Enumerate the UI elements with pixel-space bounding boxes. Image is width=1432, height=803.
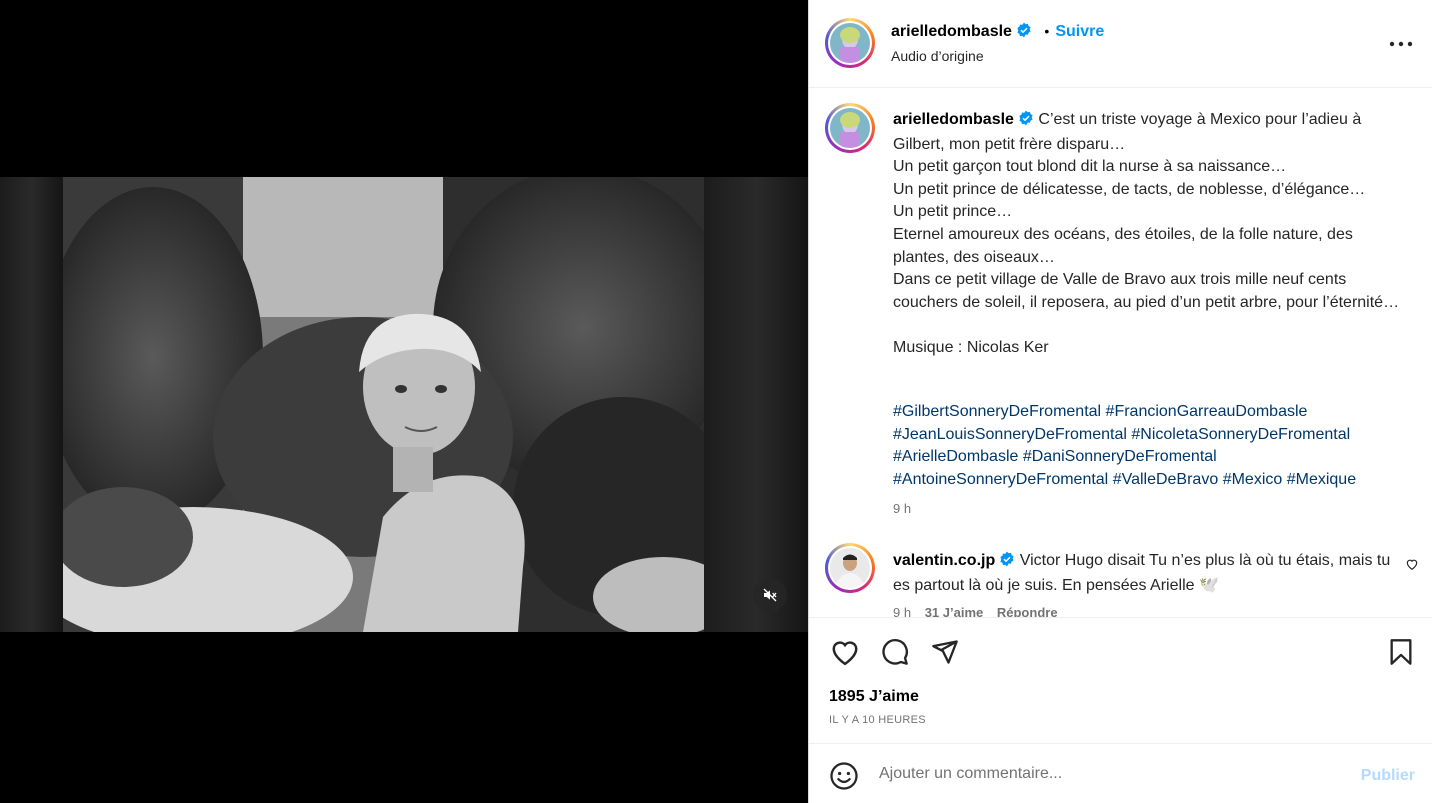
comment-reply-button[interactable]: Répondre (997, 605, 1058, 617)
video-player[interactable] (0, 177, 808, 632)
media-pane (0, 0, 808, 803)
hashtag-link[interactable]: #JeanLouisSonneryDeFromental (893, 426, 1127, 443)
video-blur-left (0, 177, 63, 632)
author-avatar-image (830, 23, 870, 63)
comments-scroll-area[interactable]: arielledombasle C’est un triste voyage à… (809, 89, 1432, 617)
hashtag-link[interactable]: #ValleDeBravo (1113, 471, 1219, 488)
commenter-avatar[interactable] (825, 543, 875, 593)
caption-avatar-image (830, 108, 870, 148)
hashtag-link[interactable]: #NicoletaSonneryDeFromental (1131, 426, 1350, 443)
like-count[interactable]: 1895 J’aime (829, 688, 919, 706)
author-username[interactable]: arielledombasle (891, 23, 1012, 40)
verified-badge-icon (1016, 22, 1032, 43)
smiley-icon (830, 762, 858, 790)
post-side-panel: arielledombasle • Suivre Audio d’origine … (808, 0, 1432, 803)
video-frame-photo (63, 177, 704, 632)
comment-button[interactable] (879, 636, 911, 668)
author-avatar[interactable] (825, 18, 875, 68)
hashtag-link[interactable]: #AntoineSonneryDeFromental (893, 471, 1108, 488)
header-separator: • (1044, 23, 1050, 39)
commenter-username[interactable]: valentin.co.jp (893, 552, 995, 569)
hashtag-link[interactable]: #Mexico (1223, 471, 1283, 488)
header-title-row: arielledombasle • Suivre (891, 22, 1104, 43)
comment-composer: Publier (809, 743, 1432, 803)
caption-username[interactable]: arielledombasle (893, 111, 1014, 128)
comment-like-button[interactable] (1405, 557, 1419, 576)
speaker-muted-icon (763, 588, 777, 602)
hashtag-link[interactable]: #Mexique (1287, 471, 1356, 488)
verified-badge-icon (1018, 110, 1034, 134)
share-button[interactable] (929, 636, 961, 668)
heart-icon (832, 641, 858, 666)
emoji-picker-button[interactable] (829, 761, 859, 791)
more-options-button[interactable] (1387, 32, 1415, 56)
comment-meta-row: 9 h 31 J’aime Répondre (893, 605, 1058, 617)
mute-toggle-button[interactable] (753, 578, 787, 612)
bookmark-icon (1390, 639, 1412, 665)
caption-body: C’est un triste voyage à Mexico pour l’a… (893, 111, 1400, 356)
post-caption: arielledombasle C’est un triste voyage à… (893, 109, 1413, 360)
caption-author-avatar[interactable] (825, 103, 875, 153)
comment-item: valentin.co.jp Victor Hugo disait Tu n’e… (893, 550, 1393, 597)
comment-bubble-icon (882, 639, 908, 665)
post-time-ago[interactable]: IL Y A 10 HEURES (829, 714, 926, 726)
hashtag-link[interactable]: #FrancionGarreauDombasle (1106, 403, 1308, 420)
audio-label[interactable]: Audio d’origine (891, 48, 984, 64)
heart-outline-icon (1406, 559, 1418, 570)
verified-badge-icon (999, 551, 1015, 575)
caption-hashtags: #GilbertSonneryDeFromental #FrancionGarr… (893, 401, 1413, 491)
paper-plane-icon (932, 640, 958, 664)
more-dots-icon (1389, 41, 1413, 47)
comment-likes[interactable]: 31 J’aime (925, 605, 984, 617)
comment-timestamp[interactable]: 9 h (893, 605, 911, 617)
save-button[interactable] (1385, 636, 1417, 668)
video-blur-right (704, 177, 808, 632)
post-actions: 1895 J’aime IL Y A 10 HEURES (809, 617, 1432, 743)
publish-button[interactable]: Publier (1361, 767, 1415, 785)
hashtag-link[interactable]: #ArielleDombasle (893, 448, 1018, 465)
boy-in-garden-illustration (63, 177, 704, 632)
hashtag-link[interactable]: #GilbertSonneryDeFromental (893, 403, 1101, 420)
caption-timestamp[interactable]: 9 h (893, 501, 911, 516)
hashtag-link[interactable]: #DaniSonneryDeFromental (1023, 448, 1217, 465)
instagram-post-modal: arielledombasle • Suivre Audio d’origine … (0, 0, 1432, 803)
follow-button[interactable]: Suivre (1055, 23, 1104, 40)
post-header: arielledombasle • Suivre Audio d’origine (809, 0, 1432, 88)
comment-input[interactable] (879, 758, 1339, 790)
commenter-avatar-image (830, 548, 870, 588)
like-button[interactable] (829, 636, 861, 668)
